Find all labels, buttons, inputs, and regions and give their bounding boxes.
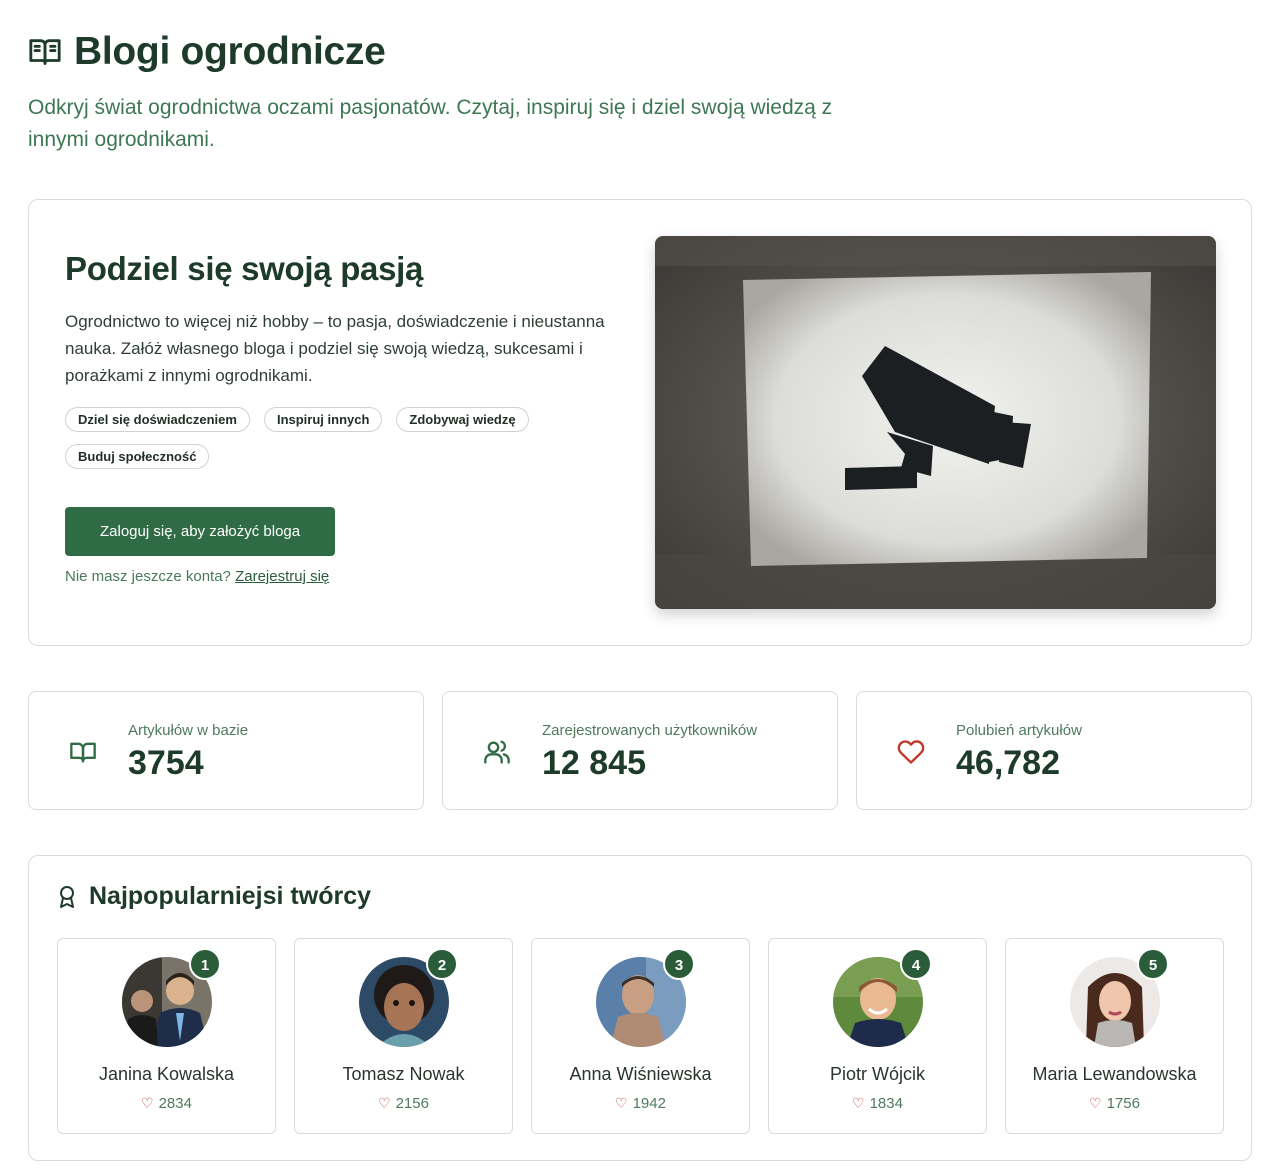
heart-icon: ♡: [615, 1095, 628, 1111]
tag-inspire-others: Inspiruj innych: [263, 407, 383, 432]
creator-likes-count: 1756: [1106, 1095, 1140, 1112]
award-icon: [60, 885, 74, 908]
rank-badge: 5: [1137, 948, 1169, 980]
creator-card[interactable]: 4 Piotr Wójcik ♡ 1834: [768, 938, 987, 1134]
creator-likes: ♡ 1834: [769, 1095, 986, 1112]
creator-name: Anna Wiśniewska: [569, 1064, 712, 1084]
open-book-icon: [29, 39, 61, 65]
creator-likes-count: 1942: [632, 1095, 666, 1112]
creator-card[interactable]: 5 Maria Lewandowska ♡ 1756: [1005, 938, 1224, 1134]
creator-likes-count: 2156: [395, 1095, 429, 1112]
hero-card: Podziel się swoją pasją Ogrodnictwo to w…: [28, 199, 1252, 646]
stat-value: 46,782: [956, 744, 1060, 782]
creator-likes: ♡ 1942: [532, 1095, 749, 1112]
creator-name: Maria Lewandowska: [1032, 1064, 1197, 1084]
title-row: Blogi ogrodnicze: [28, 28, 928, 76]
stat-label: Zarejestrowanych użytkowników: [542, 722, 758, 739]
heart-icon: ♡: [378, 1095, 391, 1111]
page-header: Blogi ogrodnicze Odkryj świat ogrodnictw…: [28, 28, 928, 156]
register-prompt: Nie masz jeszcze konta?: [65, 568, 231, 585]
stat-likes: Polubień artykułów 46,782: [856, 691, 1252, 810]
top-creators-header: Najpopularniejsi twórcy: [57, 882, 371, 911]
creator-name: Janina Kowalska: [98, 1064, 235, 1084]
stat-articles: Artykułów w bazie 3754: [28, 691, 424, 810]
hero-image: [655, 236, 1216, 609]
tag-gain-knowledge: Zdobywaj wiedzę: [396, 407, 529, 432]
heart-icon: ♡: [141, 1095, 154, 1111]
register-link[interactable]: Zarejestruj się: [235, 568, 329, 585]
rank-badge: 4: [900, 948, 932, 980]
stat-value: 3754: [128, 744, 204, 782]
creator-card[interactable]: 3 Anna Wiśniewska ♡ 1942: [531, 938, 750, 1134]
login-to-create-blog-button[interactable]: Zaloguj się, aby założyć bloga: [65, 507, 336, 556]
heart-icon: ♡: [852, 1095, 865, 1111]
benefit-tags: Dziel się doświadczeniem Inspiruj innych…: [65, 407, 565, 469]
creator-likes: ♡ 1756: [1006, 1095, 1223, 1112]
creator-likes-count: 1834: [869, 1095, 903, 1112]
top-creators-title: Najpopularniejsi twórcy: [89, 882, 372, 910]
stat-users: Zarejestrowanych użytkowników 12 845: [442, 691, 838, 810]
rank-badge: 2: [426, 948, 458, 980]
heart-icon: ♡: [1089, 1095, 1102, 1111]
hero-description: Ogrodnictwo to więcej niż hobby – to pas…: [65, 312, 605, 385]
register-prompt-line: Nie masz jeszcze konta? Zarejestruj się: [65, 568, 630, 585]
tag-build-community: Buduj społeczność: [65, 444, 210, 469]
rank-badge: 3: [663, 948, 695, 980]
rank-badge: 1: [189, 948, 221, 980]
top-creators-section: Najpopularniejsi twórcy 1 Janina Kowalsk…: [28, 855, 1252, 1161]
stat-label: Artykułów w bazie: [128, 722, 249, 739]
heart-icon: [897, 740, 925, 764]
creator-likes: ♡ 2156: [295, 1095, 512, 1112]
hero-title: Podziel się swoją pasją: [65, 250, 424, 287]
creator-name: Tomasz Nowak: [342, 1064, 465, 1084]
stat-value: 12 845: [542, 744, 646, 782]
page-subtitle: Odkryj świat ogrodnictwa oczami pasjonat…: [28, 96, 833, 151]
creator-name: Piotr Wójcik: [829, 1064, 925, 1084]
security-camera-stencil-photo: [655, 236, 1216, 609]
stats-row: Artykułów w bazie 3754 Zarejestrowanych …: [28, 691, 1252, 810]
page-title: Blogi ogrodnicze: [74, 30, 386, 73]
creator-card[interactable]: 2 Tomasz Nowak ♡ 2156: [294, 938, 513, 1134]
tag-share-experience: Dziel się doświadczeniem: [65, 407, 250, 432]
creator-likes-count: 2834: [158, 1095, 192, 1112]
creator-likes: ♡ 2834: [58, 1095, 275, 1112]
creator-card[interactable]: 1 Janina Kowalska ♡ 2834: [57, 938, 276, 1134]
hero-content: Podziel się swoją pasją Ogrodnictwo to w…: [65, 250, 630, 585]
book-icon: [70, 742, 96, 763]
stat-label: Polubień artykułów: [956, 722, 1082, 739]
users-icon: [484, 740, 510, 764]
